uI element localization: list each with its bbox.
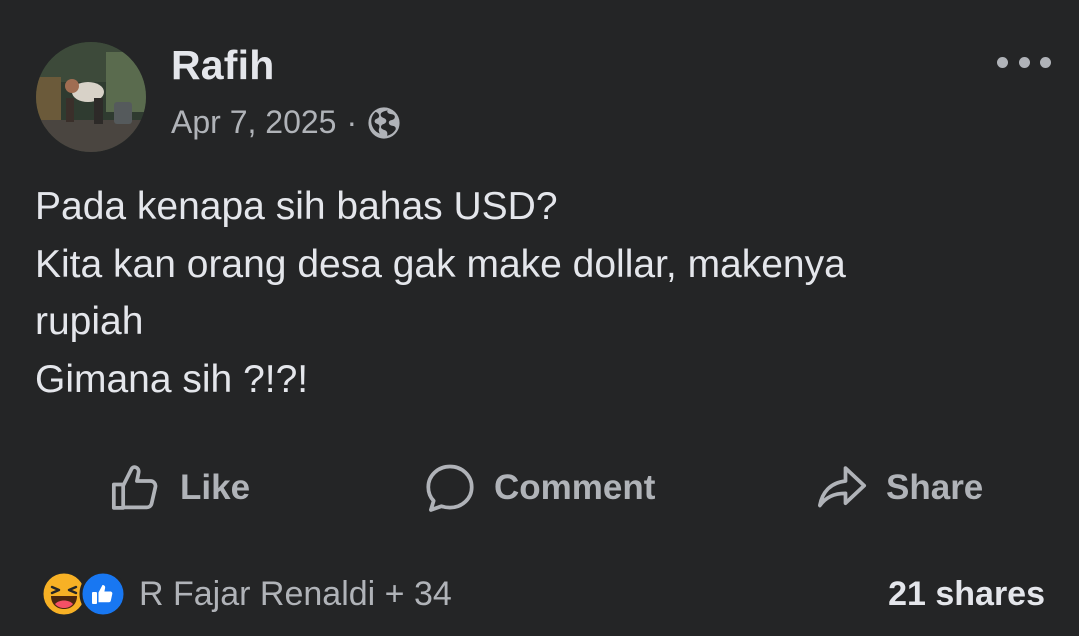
globe-icon[interactable] [367,106,401,140]
post-text-line: Gimana sih ?!?! [35,357,309,401]
reactions-summary[interactable]: R Fajar Renaldi + 34 [40,570,452,618]
comment-button[interactable]: Comment [422,458,655,518]
post-text-line: rupiah [35,300,144,343]
more-dot [997,56,1008,68]
share-button[interactable]: Share [814,458,983,518]
author-avatar[interactable] [36,42,146,152]
more-dot [1040,56,1051,68]
avatar-photo [36,42,146,152]
more-options-icon[interactable] [997,50,1051,74]
like-label: Like [180,468,251,507]
like-reaction-icon [79,570,127,618]
share-label: Share [886,468,984,507]
shares-count[interactable]: 21 shares [888,575,1045,614]
post-text-line: Kita kan orang desa gak make dollar, mak… [35,242,846,286]
post-card: Rafih Apr 7, 2025 · Pada kenapa sih baha… [0,0,1079,636]
share-arrow-icon [817,466,867,508]
action-bar: Like Comment Share [0,452,1079,522]
thumbs-up-icon [111,465,158,510]
post-date[interactable]: Apr 7, 2025 [171,104,336,141]
post-footer: R Fajar Renaldi + 34 21 shares [0,566,1079,622]
post-text-line: Pada kenapa sih bahas USD? [35,185,558,228]
author-name[interactable]: Rafih [171,42,275,89]
post-meta: Apr 7, 2025 · [171,104,401,141]
more-dot [1018,56,1030,68]
comment-icon [426,464,474,512]
post-text: Pada kenapa sih bahas USD? Kita kan oran… [35,178,1045,408]
meta-separator: · [346,104,358,140]
like-button[interactable]: Like [108,458,250,518]
reactors-text[interactable]: R Fajar Renaldi + 34 [139,575,452,614]
comment-label: Comment [494,468,656,507]
